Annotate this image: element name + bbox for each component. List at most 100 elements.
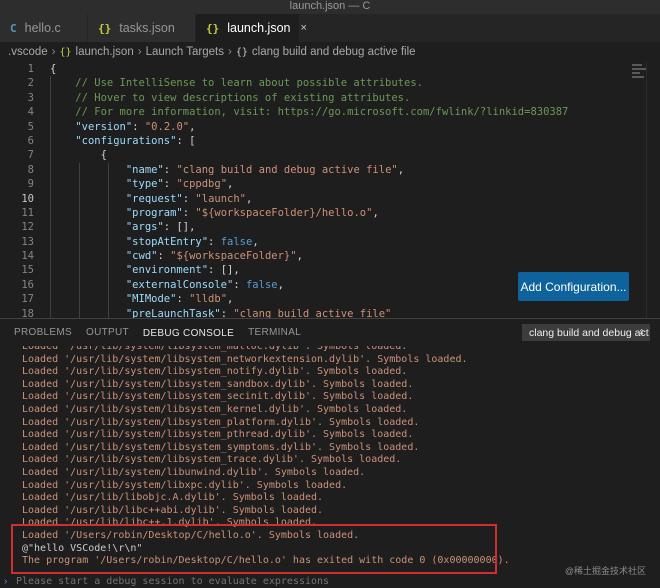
line-number: 17 bbox=[21, 293, 34, 306]
tab-output[interactable]: OUTPUT bbox=[86, 319, 129, 347]
json-key: "stopAtEntry" bbox=[125, 235, 209, 248]
minimap[interactable] bbox=[632, 64, 646, 84]
breadcrumb-item-vscode[interactable]: .vscode bbox=[8, 46, 48, 58]
chevron-right-icon: › bbox=[4, 576, 8, 587]
line-number-gutter: 1 2 3 4 5 6 7 8 9 10 11 12 13 14 15 16 17 18 bbox=[0, 62, 34, 318]
tab-launch-json[interactable]: {} launch.json × bbox=[196, 14, 307, 42]
code-line[interactable]: "args": [], bbox=[50, 220, 630, 235]
code-line[interactable]: "preLaunchTask": "clang build active fil… bbox=[50, 306, 630, 318]
code-line[interactable]: // Use IntelliSense to learn about possi… bbox=[50, 76, 630, 91]
tab-tasks-json[interactable]: {} tasks.json bbox=[88, 14, 196, 42]
code-line[interactable]: "name": "clang build and debug active fi… bbox=[50, 162, 630, 178]
json-string-value: "clang build and debug active file" bbox=[176, 163, 398, 176]
chevron-right-icon: › bbox=[51, 46, 56, 58]
json-string-value: "${workspaceFolder}/hello.o" bbox=[195, 206, 373, 219]
console-line: Loaded '/usr/lib/system/libsystem_networ… bbox=[22, 353, 468, 365]
json-braces-icon: {} bbox=[98, 21, 112, 35]
json-braces-icon: {} bbox=[59, 46, 72, 58]
comment-link[interactable]: https://go.microsoft.com/fwlink/?linkid=… bbox=[278, 106, 569, 118]
code-line[interactable]: "stopAtEntry": false, bbox=[50, 234, 630, 250]
add-configuration-button[interactable]: Add Configuration... bbox=[518, 272, 629, 301]
code-line[interactable]: "cwd": "${workspaceFolder}", bbox=[50, 249, 630, 264]
console-line: Loaded '/usr/lib/libobjc.A.dylib'. Symbo… bbox=[22, 492, 324, 504]
line-number: 6 bbox=[27, 134, 34, 147]
json-key: "preLaunchTask" bbox=[125, 307, 221, 318]
json-punctuation: , bbox=[277, 278, 284, 291]
code-line[interactable]: "request": "launch", bbox=[50, 191, 630, 206]
tab-problems[interactable]: PROBLEMS bbox=[14, 319, 72, 347]
line-number: 13 bbox=[21, 235, 34, 248]
code-line[interactable]: // For more information, visit: https://… bbox=[50, 105, 630, 120]
json-key: "program" bbox=[125, 206, 183, 219]
editor-scrollbar[interactable] bbox=[646, 62, 660, 318]
line-number: 4 bbox=[27, 106, 34, 119]
json-punctuation: , bbox=[397, 163, 405, 176]
line-number: 9 bbox=[27, 178, 34, 191]
debug-console-output[interactable]: Loaded '/usr/lib/system/libsystem_malloc… bbox=[0, 346, 660, 576]
code-text: { bbox=[50, 63, 57, 75]
json-punctuation: [ bbox=[189, 134, 196, 147]
editor-tab-bar: C hello.c {} tasks.json {} launch.json × bbox=[0, 14, 660, 42]
tab-debug-console[interactable]: DEBUG CONSOLE bbox=[142, 325, 235, 347]
tab-label: hello.c bbox=[24, 21, 61, 35]
code-comment: // Use IntelliSense to learn about possi… bbox=[50, 77, 423, 90]
json-punctuation: , bbox=[189, 120, 196, 133]
chevron-right-icon: › bbox=[228, 46, 232, 58]
code-line[interactable]: { bbox=[50, 148, 630, 163]
code-line[interactable]: "program": "${workspaceFolder}/hello.o", bbox=[50, 205, 630, 221]
code-line[interactable]: "type": "cppdbg", bbox=[50, 177, 630, 192]
tab-hello-c[interactable]: C hello.c bbox=[0, 14, 88, 42]
json-string-value: "launch" bbox=[195, 192, 246, 205]
json-punctuation: , bbox=[252, 235, 259, 248]
console-line: Loaded '/usr/lib/system/libsystem_sandbo… bbox=[22, 378, 414, 390]
tab-terminal[interactable]: TERMINAL bbox=[248, 319, 301, 347]
code-line[interactable]: "configurations": [ bbox=[50, 133, 630, 149]
console-line: Loaded '/usr/lib/libc++abi.dylib'. Symbo… bbox=[22, 504, 324, 516]
tab-label: tasks.json bbox=[119, 21, 175, 35]
tab-label: launch.json bbox=[227, 21, 291, 35]
json-boolean-value: false bbox=[245, 278, 278, 291]
json-key: "externalConsole" bbox=[125, 278, 234, 291]
highlight-box bbox=[11, 524, 497, 574]
json-string-value: "clang build active file" bbox=[233, 307, 392, 318]
breadcrumb-item-configuration[interactable]: clang build and debug active file bbox=[252, 46, 416, 58]
code-line[interactable]: { bbox=[50, 62, 630, 76]
console-line: Loaded '/usr/lib/system/libsystem_trace.… bbox=[22, 454, 402, 466]
json-punctuation: , bbox=[227, 293, 234, 306]
launch-config-select[interactable]: clang build and debug act ⇕ bbox=[522, 324, 650, 341]
object-braces-icon: {} bbox=[235, 46, 248, 58]
breadcrumb-item-launch-json[interactable]: launch.json bbox=[76, 46, 134, 58]
debug-console-input[interactable] bbox=[16, 576, 616, 588]
json-key: "args" bbox=[125, 221, 164, 234]
code-line[interactable]: "version": "0.2.0", bbox=[50, 119, 630, 134]
json-string-value: "lldb" bbox=[189, 293, 228, 306]
json-string-value: "${workspaceFolder}" bbox=[170, 250, 297, 263]
json-punctuation: , bbox=[246, 192, 253, 205]
json-boolean-value: false bbox=[220, 235, 253, 248]
json-string-value: "cppdbg" bbox=[176, 178, 228, 191]
json-punctuation: [], bbox=[220, 264, 240, 277]
line-number: 15 bbox=[21, 264, 34, 277]
code-text: { bbox=[50, 149, 107, 162]
line-number: 5 bbox=[27, 120, 34, 133]
console-line: Loaded '/usr/lib/system/libsystem_secini… bbox=[22, 391, 414, 403]
line-number: 3 bbox=[27, 91, 34, 104]
close-icon[interactable]: × bbox=[301, 22, 307, 34]
breadcrumb: .vscode › {} launch.json › Launch Target… bbox=[0, 42, 660, 62]
line-number: 7 bbox=[27, 149, 34, 162]
console-line: Loaded '/usr/lib/system/libsystem_notify… bbox=[22, 366, 408, 378]
console-line: Loaded '/usr/lib/system/libsystem_pthrea… bbox=[22, 429, 414, 441]
line-number: 18 bbox=[21, 307, 34, 318]
code-line[interactable]: // Hover to view descriptions of existin… bbox=[50, 90, 630, 106]
json-punctuation: [], bbox=[176, 221, 196, 234]
json-key: "MIMode" bbox=[125, 293, 177, 306]
console-line: Loaded '/usr/lib/system/libsystem_platfo… bbox=[22, 416, 420, 428]
json-key: "version" bbox=[75, 120, 133, 133]
json-key: "type" bbox=[125, 178, 164, 191]
breadcrumb-item-launch-targets[interactable]: Launch Targets bbox=[146, 46, 224, 58]
